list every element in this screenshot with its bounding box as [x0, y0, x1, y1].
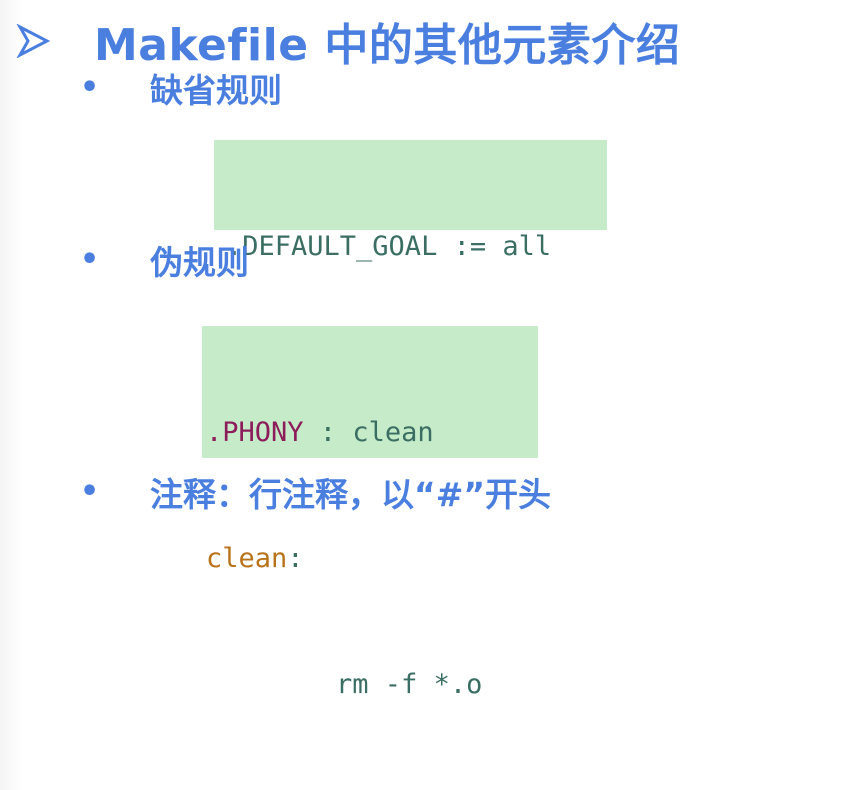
- code-text: :: [287, 543, 304, 574]
- title-row: Makefile 中的其他元素介绍: [16, 10, 680, 72]
- code-text: : clean: [303, 417, 434, 448]
- code-line: clean:: [206, 538, 538, 580]
- code-block-phony: .PHONY : clean clean: rm -f *.o: [202, 326, 538, 700]
- code-phony-keyword: .PHONY: [206, 417, 304, 448]
- arrow-right-outline-icon: [16, 21, 56, 61]
- code-block-default-goal: .DEFAULT_GOAL := all all :: [214, 140, 607, 388]
- bullet-item-phony-rule: • 伪规则: [76, 238, 249, 282]
- bullet-item-default-rule: • 缺省规则: [76, 66, 282, 110]
- bullet-marker: •: [80, 474, 100, 509]
- bullet-text: 伪规则: [150, 243, 249, 282]
- code-line: rm -f *.o: [206, 669, 483, 700]
- bullet-text: 缺省规则: [150, 71, 282, 110]
- bullet-item-comment: • 注释：行注释，以“#”开头: [76, 470, 551, 514]
- bullet-marker: •: [80, 70, 100, 105]
- bullet-text: 注释：行注释，以“#”开头: [150, 475, 552, 514]
- bullet-marker: •: [80, 242, 100, 277]
- code-line: .DEFAULT_GOAL := all: [226, 231, 552, 262]
- code-target: clean: [206, 543, 288, 574]
- code-line: .PHONY : clean: [206, 412, 538, 454]
